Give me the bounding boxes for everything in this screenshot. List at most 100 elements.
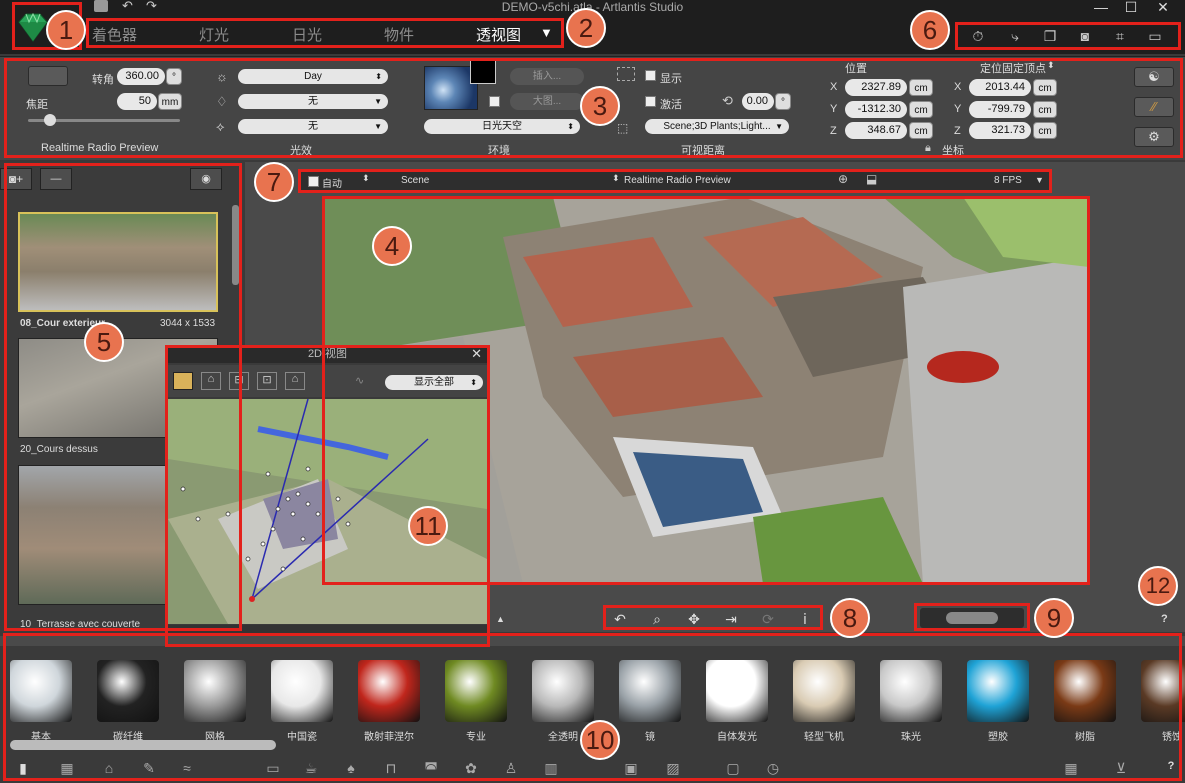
show-checkbox[interactable] (645, 70, 656, 81)
pos-y-input[interactable]: -1312.30 (845, 101, 907, 118)
chevron-down-icon[interactable]: ▼ (1035, 175, 1044, 185)
image-icon[interactable]: ▨ (662, 760, 684, 778)
cup-icon[interactable]: ☕︎ (300, 760, 322, 778)
preview-mode-select[interactable]: Realtime Radio Preview (624, 175, 731, 186)
catalog-help-button[interactable]: ? (1160, 760, 1182, 778)
material-swatch[interactable] (880, 660, 942, 722)
focal-input[interactable]: 50 (117, 93, 157, 110)
brick-icon[interactable]: ▦ (56, 760, 78, 778)
target-sort-icon[interactable]: ⬍ (1047, 60, 1055, 71)
nav-info-icon[interactable]: ⅰ (793, 611, 817, 627)
camera-icon[interactable]: ◙ (1073, 28, 1097, 46)
minimize-button[interactable]: — (1088, 0, 1114, 14)
grid-view-icon[interactable]: ▦ (1060, 760, 1082, 778)
axes-icon[interactable]: ⤷ (1003, 28, 1027, 46)
sky-select[interactable]: 日光天空 ⬍ (424, 119, 580, 134)
catalog-grip[interactable] (0, 636, 1185, 646)
activate-checkbox[interactable] (645, 96, 656, 107)
lighting-effect-select[interactable]: 无 ▼ (238, 119, 388, 134)
lighting-day-select[interactable]: Day ⬍ (238, 69, 388, 84)
material-swatch[interactable] (619, 660, 681, 722)
nav-redo-icon[interactable]: ⟳ (756, 611, 780, 627)
house-top-icon[interactable]: ⊟ (229, 372, 249, 390)
cart-icon[interactable]: ⊻ (1110, 760, 1132, 778)
material-swatch[interactable] (97, 660, 159, 722)
material-swatch[interactable] (445, 660, 507, 722)
material-swatch[interactable] (10, 660, 72, 722)
material-swatch[interactable] (706, 660, 768, 722)
monitor-icon[interactable]: ▭ (1143, 28, 1167, 46)
roof-icon[interactable]: ⌂ (98, 760, 120, 778)
preview-stepper-icon[interactable]: ⬍ (612, 173, 620, 184)
brush-icon[interactable]: ✎ (138, 760, 160, 778)
paint-roller-icon[interactable]: ▮ (12, 760, 34, 778)
large-image-checkbox[interactable] (489, 96, 500, 107)
view2d-mode-icon[interactable] (173, 372, 193, 390)
copy-icon[interactable]: ❐ (1038, 28, 1062, 46)
remove-view-button[interactable]: — (40, 168, 72, 190)
building-icon[interactable]: ▥ (540, 760, 562, 778)
material-swatch[interactable] (1054, 660, 1116, 722)
layers-select[interactable]: Scene;3D Plants;Light... ▼ (645, 119, 789, 134)
views-scrollbar[interactable] (232, 205, 239, 285)
eye-icon[interactable]: ◉ (190, 168, 222, 190)
pos-x-input[interactable]: 2327.89 (845, 79, 907, 96)
crop-icon[interactable]: ⌗ (1108, 28, 1132, 46)
tab-heliodons[interactable]: 日光 (292, 24, 322, 45)
sofa-icon[interactable]: ▭ (262, 760, 284, 778)
material-swatch[interactable] (271, 660, 333, 722)
speed-slider-handle[interactable] (946, 612, 998, 624)
nav-walk-icon[interactable]: ⇥ (719, 611, 743, 627)
view-thumbnail-1[interactable] (18, 212, 218, 312)
yin-yang-button[interactable]: ☯ (1134, 67, 1174, 87)
tab-shaders[interactable]: 着色器 (92, 24, 137, 45)
nav-zoom-icon[interactable]: ⌕ (645, 611, 669, 627)
billboard-icon[interactable]: ▣ (620, 760, 642, 778)
target-x-input[interactable]: 2013.44 (969, 79, 1031, 96)
leaf-icon[interactable]: ✿ (460, 760, 482, 778)
material-swatch[interactable] (1141, 660, 1185, 722)
angle-input[interactable]: 360.00 (117, 68, 165, 85)
close-button[interactable]: ✕ (1150, 0, 1176, 14)
nav-pan-icon[interactable]: ✥ (682, 611, 706, 627)
auto-checkbox[interactable] (308, 176, 319, 187)
camera-type-button[interactable] (28, 66, 68, 86)
material-swatch[interactable] (358, 660, 420, 722)
target-z-input[interactable]: 321.73 (969, 122, 1031, 139)
house-outline-icon[interactable]: ⌂ (285, 372, 305, 390)
tab-perspectives[interactable]: 透视图 (476, 24, 521, 45)
crosshair-icon[interactable]: ⊕ (838, 172, 848, 186)
tab-dropdown-icon[interactable]: ▼ (540, 25, 553, 40)
lock-icon[interactable]: 🔒︎ (925, 142, 931, 155)
material-swatch[interactable] (532, 660, 594, 722)
clock-icon[interactable]: ◷ (762, 760, 784, 778)
material-swatch[interactable] (184, 660, 246, 722)
collapse-arrow-icon[interactable]: ▲ (496, 614, 505, 624)
target-y-input[interactable]: -799.79 (969, 101, 1031, 118)
house-side-icon[interactable]: ⊡ (257, 372, 277, 390)
lamp-icon[interactable]: ♠ (340, 760, 362, 778)
material-swatch[interactable] (967, 660, 1029, 722)
fullscreen-icon[interactable]: ⬓ (866, 172, 877, 186)
timer-icon[interactable]: ⏱ (966, 28, 990, 46)
tab-lights[interactable]: 灯光 (199, 24, 229, 45)
tab-objects[interactable]: 物件 (384, 24, 414, 45)
view2d-close-button[interactable]: ✕ (471, 346, 482, 362)
desk-icon[interactable]: ⊓ (380, 760, 402, 778)
nav-undo-icon[interactable]: ↶ (608, 611, 632, 627)
person-icon[interactable]: ♙ (500, 760, 522, 778)
activate-angle-input[interactable]: 0.00 (742, 93, 774, 110)
focal-slider-handle[interactable] (44, 114, 56, 126)
fps-select[interactable]: 8 FPS (994, 175, 1022, 186)
water-icon[interactable]: ≈ (176, 760, 198, 778)
catalog-scrollbar[interactable] (10, 740, 276, 750)
house-front-icon[interactable]: ⌂ (201, 372, 221, 390)
maximize-button[interactable]: ☐ (1118, 0, 1144, 14)
help-button[interactable]: ? (1161, 613, 1168, 625)
view2d-display-select[interactable]: 显示全部 ⬍ (385, 375, 483, 390)
folder-icon[interactable]: ▢ (722, 760, 744, 778)
background-color-swatch[interactable] (470, 60, 496, 84)
lighting-light-select[interactable]: 无 ▼ (238, 94, 388, 109)
color-palette-button[interactable]: ⁄⁄ (1134, 97, 1174, 117)
add-view-button[interactable]: ◙+ (0, 168, 32, 190)
